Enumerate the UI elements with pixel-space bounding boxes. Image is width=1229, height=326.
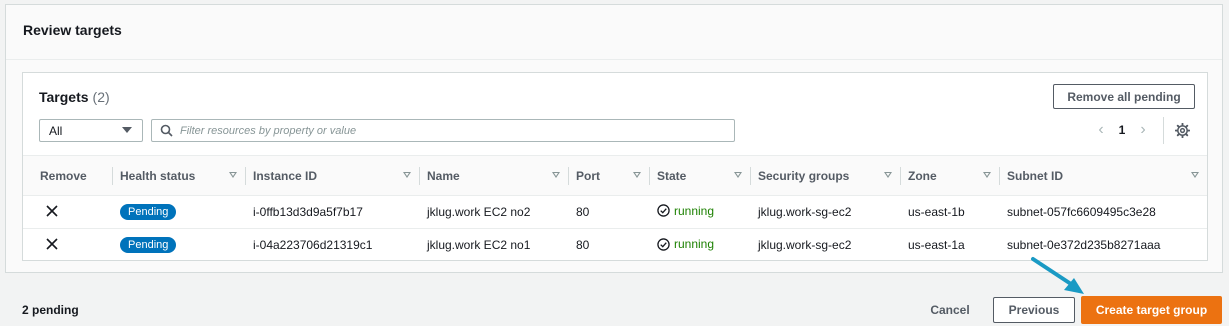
status-badge: Pending bbox=[120, 237, 177, 254]
zone-cell: us-east-1b bbox=[900, 195, 999, 229]
create-target-group-button[interactable]: Create target group bbox=[1081, 296, 1222, 324]
column-header-label: Instance ID bbox=[253, 168, 318, 183]
column-header-port[interactable]: Port bbox=[568, 155, 649, 196]
pagination: ‹ 1 › bbox=[1093, 121, 1151, 139]
sort-icon[interactable] bbox=[229, 172, 237, 178]
targets-heading: Targets (2) bbox=[39, 89, 110, 105]
close-icon[interactable] bbox=[44, 236, 60, 252]
remove-all-pending-button[interactable]: Remove all pending bbox=[1053, 84, 1195, 109]
table-header-row: Remove Health status Instance ID Name Po… bbox=[23, 155, 1207, 196]
column-header-remove: Remove bbox=[23, 155, 112, 196]
column-header-name[interactable]: Name bbox=[419, 155, 568, 196]
state-text: running bbox=[674, 237, 715, 251]
state-indicator: running bbox=[657, 204, 714, 218]
status-badge: Pending bbox=[120, 204, 177, 220]
targets-table: Remove Health status Instance ID Name Po… bbox=[23, 155, 1207, 262]
cancel-button[interactable]: Cancel bbox=[912, 297, 988, 322]
port-cell: 80 bbox=[576, 238, 590, 253]
pager-divider bbox=[1163, 117, 1164, 144]
sort-icon[interactable] bbox=[884, 172, 892, 178]
sort-icon[interactable] bbox=[734, 172, 742, 178]
column-header-security-groups[interactable]: Security groups bbox=[750, 155, 900, 196]
column-header-instance-id[interactable]: Instance ID bbox=[245, 155, 419, 196]
sort-icon[interactable] bbox=[633, 172, 641, 178]
subnet-id-cell: subnet-057fc6609495c3e28 bbox=[999, 195, 1207, 229]
section-divider bbox=[6, 59, 1222, 60]
column-header-label: Subnet ID bbox=[1007, 168, 1063, 183]
column-header-label: Port bbox=[576, 168, 600, 183]
targets-container: Targets (2) Remove all pending All Filter… bbox=[22, 72, 1208, 261]
close-icon[interactable] bbox=[44, 203, 60, 219]
instance-id-cell: i-0ffb13d3d9a5f7b17 bbox=[245, 195, 419, 229]
column-header-state[interactable]: State bbox=[649, 155, 750, 196]
column-header-label: Security groups bbox=[758, 168, 850, 183]
sort-icon[interactable] bbox=[552, 172, 560, 178]
column-header-subnet-id[interactable]: Subnet ID bbox=[999, 155, 1207, 196]
filter-select[interactable]: All bbox=[39, 119, 143, 142]
column-header-label: Zone bbox=[908, 168, 937, 183]
pending-count: 2 pending bbox=[22, 303, 79, 317]
column-header-label: Name bbox=[427, 168, 460, 183]
search-input[interactable]: Filter resources by property or value bbox=[151, 119, 735, 142]
security-group-cell: jklug.work-sg-ec2 bbox=[758, 238, 852, 253]
review-targets-panel: Review targets Targets (2) Remove all pen… bbox=[5, 4, 1223, 273]
section-title: Review targets bbox=[23, 22, 122, 38]
page-number[interactable]: 1 bbox=[1109, 123, 1135, 137]
targets-title: Targets bbox=[39, 89, 89, 105]
previous-button[interactable]: Previous bbox=[993, 297, 1075, 323]
search-icon bbox=[160, 124, 173, 137]
sort-icon[interactable] bbox=[1191, 172, 1199, 178]
filter-select-value: All bbox=[49, 123, 63, 138]
name-cell: jklug.work EC2 no1 bbox=[427, 238, 531, 253]
state-text: running bbox=[674, 203, 715, 218]
search-placeholder: Filter resources by property or value bbox=[180, 125, 357, 137]
chevron-right-icon[interactable]: › bbox=[1135, 121, 1151, 139]
table-row: Pending i-0ffb13d3d9a5f7b17 jklug.work E… bbox=[23, 195, 1207, 229]
chevron-left-icon[interactable]: ‹ bbox=[1093, 121, 1109, 139]
check-circle-icon bbox=[657, 204, 670, 217]
column-header-label: Health status bbox=[120, 168, 196, 183]
sort-icon[interactable] bbox=[403, 172, 411, 178]
name-cell: jklug.work EC2 no2 bbox=[419, 195, 568, 229]
caret-down-icon bbox=[122, 127, 132, 133]
annotation-arrow-icon bbox=[1031, 257, 1084, 294]
check-circle-icon bbox=[657, 237, 670, 251]
gear-icon[interactable] bbox=[1175, 123, 1190, 138]
security-group-cell: jklug.work-sg-ec2 bbox=[750, 195, 900, 229]
zone-cell: us-east-1a bbox=[908, 238, 965, 253]
port-cell: 80 bbox=[568, 195, 649, 229]
column-header-health-status[interactable]: Health status bbox=[112, 155, 245, 196]
column-header-label: State bbox=[657, 168, 687, 183]
targets-count: (2) bbox=[92, 89, 110, 105]
sort-icon[interactable] bbox=[983, 172, 991, 178]
state-indicator: running bbox=[657, 237, 714, 251]
instance-id-cell: i-04a223706d21319c1 bbox=[253, 238, 373, 253]
column-header-zone[interactable]: Zone bbox=[900, 155, 999, 196]
